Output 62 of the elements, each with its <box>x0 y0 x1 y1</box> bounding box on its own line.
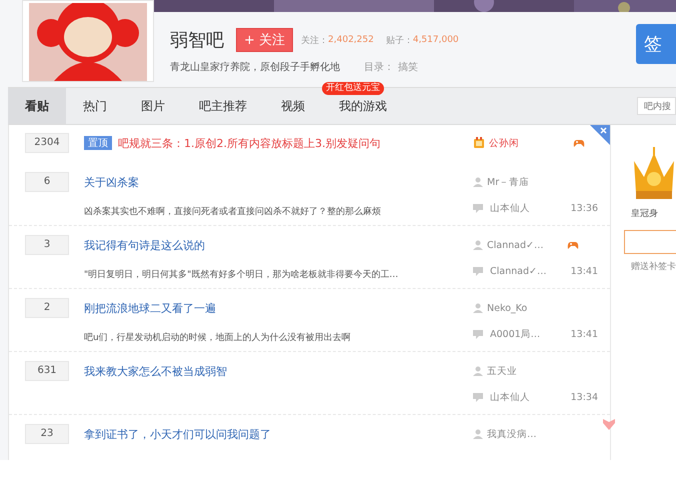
forum-name: 弱智吧 <box>170 29 224 52</box>
author-name[interactable]: Mr－青庙 <box>487 176 557 188</box>
search-field[interactable]: 吧内搜 <box>637 97 676 115</box>
reply-time: 13:41 <box>570 266 598 276</box>
comment-icon <box>473 392 483 402</box>
pinned-tag: 置顶 <box>84 136 112 150</box>
nav-tab[interactable]: 图片 <box>124 95 182 117</box>
stat-value: 4,517,000 <box>412 35 459 45</box>
thread-excerpt: "明日复明日，明日何其多"既然有好多个明日，那为啥老板就非得要今天的工… <box>84 268 400 281</box>
thread-excerpt: 凶杀案其实也不难啊，直接问死者或者直接问凶杀不就好了？整的那么麻烦 <box>84 205 382 218</box>
comment-icon <box>473 203 483 213</box>
author-name[interactable]: Neko_Ko <box>487 302 557 314</box>
last-reply-name[interactable]: Clannad✓… <box>490 266 554 276</box>
stat-value: 2,402,252 <box>328 35 374 45</box>
reply-time: 13:34 <box>570 392 598 402</box>
thread-title[interactable]: 我来教大家怎么不被当成弱智 <box>84 364 227 378</box>
thread-title[interactable]: 吧规就三条：1.原创2.所有内容放标题上3.别发疑问句 <box>118 136 380 150</box>
nav-tab[interactable]: 热门 <box>66 95 124 117</box>
thread-title[interactable]: 我记得有句诗是这么说的 <box>84 238 205 252</box>
last-reply-name[interactable]: A0001局… <box>490 328 554 340</box>
gift-text: 赠送补签卡 <box>631 260 676 273</box>
nav-tab[interactable]: 吧主推荐 <box>182 95 264 117</box>
follow-button[interactable]: + 关注 <box>236 28 294 52</box>
reply-time: 13:36 <box>570 202 598 214</box>
nav-tab[interactable]: 我的游戏 <box>322 95 404 117</box>
reply-count: 2 <box>25 298 69 318</box>
heart-icon <box>603 419 615 430</box>
user-icon <box>473 429 483 439</box>
thread-title[interactable]: 关于凶杀案 <box>84 174 139 190</box>
reply-time: 13:41 <box>570 328 598 340</box>
reply-count: 631 <box>25 361 69 381</box>
medal-icon <box>473 137 485 149</box>
stat-label: 关注： <box>301 34 328 46</box>
stat-label: 贴子： <box>386 34 413 46</box>
user-icon <box>473 177 483 187</box>
reply-count: 6 <box>25 172 69 192</box>
thread-excerpt: 吧u们，行星发动机启动的时候，地面上的人为什么没有被用出去啊 <box>84 332 352 344</box>
reply-count: 23 <box>25 424 69 444</box>
author-name[interactable]: 公孙闲 <box>489 136 563 150</box>
input-field[interactable] <box>624 230 676 254</box>
forum-description: 青龙山皇家疗养院，原创段子手孵化地 <box>170 62 340 73</box>
nav-tab[interactable]: 看贴 <box>8 88 66 124</box>
nav-tab[interactable]: 视频 <box>264 95 322 117</box>
crown-label: 皇冠身 <box>631 208 659 220</box>
sign-in-button[interactable]: 签 <box>636 24 676 64</box>
thread-title[interactable]: 刚把流浪地球二又看了一遍 <box>84 300 216 316</box>
user-icon <box>473 240 483 250</box>
category-link[interactable]: 搞笑 <box>398 62 418 73</box>
promo-badge: 开红包送元宝 <box>322 82 384 95</box>
reply-count: 2304 <box>25 133 69 153</box>
comment-icon <box>473 329 483 339</box>
author-name[interactable]: 我真没病… <box>487 428 557 440</box>
author-name[interactable]: 五天业 <box>487 364 557 378</box>
last-reply-name[interactable]: 山本仙人 <box>490 390 554 404</box>
comment-icon <box>473 266 483 276</box>
author-name[interactable]: Clannad✓… <box>487 240 557 250</box>
reply-count: 3 <box>25 235 69 255</box>
thread-title[interactable]: 拿到证书了，小天才们可以问我问题了 <box>84 426 271 442</box>
category-label: 目录： <box>364 62 394 73</box>
user-icon <box>473 303 483 313</box>
user-icon <box>473 366 483 376</box>
last-reply-name[interactable]: 山本仙人 <box>490 202 554 214</box>
